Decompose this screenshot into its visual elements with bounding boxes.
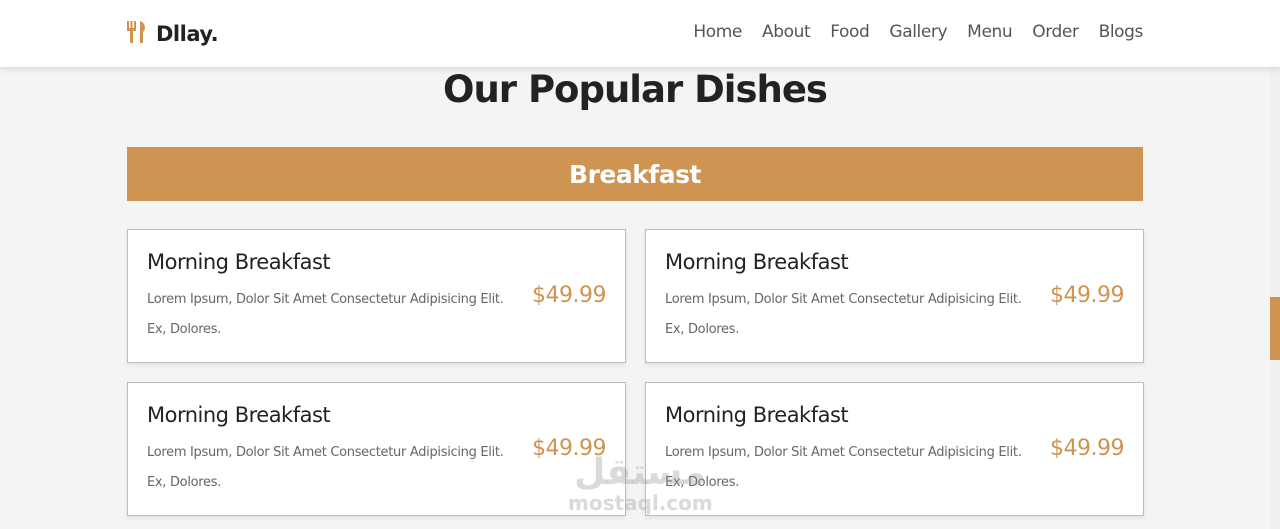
nav-blogs[interactable]: Blogs xyxy=(1099,22,1144,42)
dish-description: Lorem Ipsum, Dolor Sit Amet Consectetur … xyxy=(147,445,504,490)
dish-title: Morning Breakfast xyxy=(147,250,331,274)
page-title: Our Popular Dishes xyxy=(443,68,828,111)
nav-gallery[interactable]: Gallery xyxy=(889,22,947,42)
dish-title: Morning Breakfast xyxy=(147,403,331,427)
dish-price: $49.99 xyxy=(1050,436,1124,461)
nav-home[interactable]: Home xyxy=(693,22,742,42)
nav-about[interactable]: About xyxy=(762,22,811,42)
main-nav: Home About Food Gallery Menu Order Blogs xyxy=(693,22,1143,42)
fork-knife-icon xyxy=(126,20,148,48)
logo[interactable]: Dllay. xyxy=(126,20,219,48)
dish-card[interactable]: Morning Breakfast Lorem Ipsum, Dolor Sit… xyxy=(127,382,626,516)
dish-price: $49.99 xyxy=(532,283,606,308)
watermark-arabic: مستقل xyxy=(574,452,706,493)
dish-description: Lorem Ipsum, Dolor Sit Amet Consectetur … xyxy=(665,292,1022,337)
dish-price: $49.99 xyxy=(1050,283,1124,308)
category-label: Breakfast xyxy=(569,159,701,189)
nav-order[interactable]: Order xyxy=(1032,22,1079,42)
site-header: Dllay. Home About Food Gallery Menu Orde… xyxy=(0,0,1280,67)
dish-card[interactable]: Morning Breakfast Lorem Ipsum, Dolor Sit… xyxy=(645,229,1144,363)
dish-title: Morning Breakfast xyxy=(665,403,849,427)
dish-description: Lorem Ipsum, Dolor Sit Amet Consectetur … xyxy=(665,445,1022,490)
nav-menu[interactable]: Menu xyxy=(967,22,1012,42)
watermark: مستقل mostaql.com xyxy=(568,452,713,515)
logo-text: Dllay. xyxy=(156,22,219,46)
scrollbar-thumb[interactable] xyxy=(1270,297,1280,360)
watermark-latin: mostaql.com xyxy=(568,491,713,515)
nav-food[interactable]: Food xyxy=(830,22,870,42)
dish-card[interactable]: Morning Breakfast Lorem Ipsum, Dolor Sit… xyxy=(645,382,1144,516)
dish-title: Morning Breakfast xyxy=(665,250,849,274)
category-banner: Breakfast xyxy=(127,147,1143,201)
dish-description: Lorem Ipsum, Dolor Sit Amet Consectetur … xyxy=(147,292,504,337)
dish-card[interactable]: Morning Breakfast Lorem Ipsum, Dolor Sit… xyxy=(127,229,626,363)
